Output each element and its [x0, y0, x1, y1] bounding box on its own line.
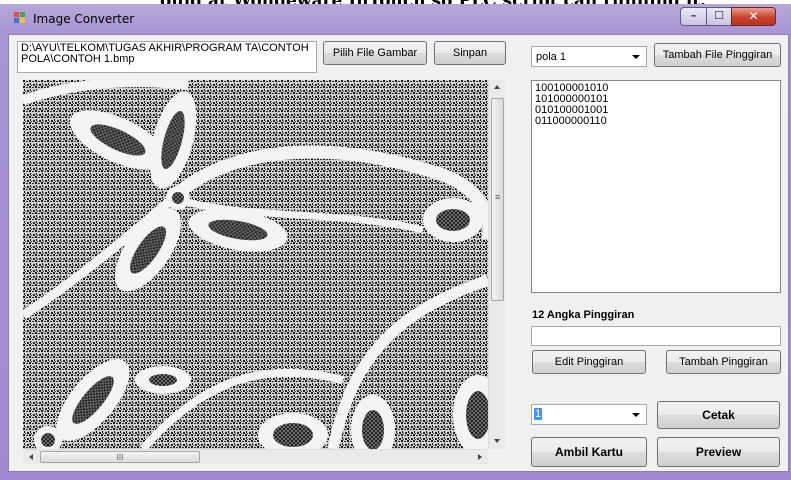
border-code-listbox[interactable]: 100100001010 101000000101 010100001001 0… — [531, 80, 781, 293]
maximize-button[interactable]: ☐ — [706, 7, 732, 26]
pick-image-file-button[interactable]: Pilih File Gambar — [323, 41, 427, 65]
scroll-right-icon[interactable] — [478, 454, 482, 460]
add-border-file-button[interactable]: Tambah File Pinggiran — [654, 43, 781, 67]
border-digits-input[interactable] — [531, 326, 781, 346]
preview-button[interactable]: Preview — [657, 437, 780, 467]
horizontal-scrollbar[interactable]: III — [23, 449, 488, 464]
image-preview-panel[interactable]: ≡ III — [23, 80, 505, 464]
scroll-left-icon[interactable] — [29, 454, 33, 460]
title-bar[interactable]: Image Converter – ☐ ✕ — [0, 4, 791, 34]
floral-pattern-image — [23, 80, 488, 449]
image-converter-window: Image Converter – ☐ ✕ D:\AYU\TELKOM\TUGA… — [0, 4, 791, 480]
take-card-button[interactable]: Ambil Kartu — [531, 437, 647, 467]
scroll-grip-icon: III — [116, 453, 124, 462]
close-button[interactable]: ✕ — [731, 7, 776, 26]
scroll-grip-icon: ≡ — [494, 192, 501, 202]
scrollbar-corner — [488, 449, 505, 464]
pattern-combobox-value: pola 1 — [536, 51, 566, 63]
pattern-combobox[interactable]: pola 1 — [531, 46, 647, 67]
vertical-scrollbar[interactable]: ≡ — [488, 80, 505, 449]
edit-border-button[interactable]: Edit Pinggiran — [532, 350, 646, 374]
save-button[interactable]: Sinpan — [434, 41, 506, 65]
chevron-down-icon[interactable] — [632, 54, 640, 59]
window-title: Image Converter — [33, 12, 135, 26]
scroll-down-icon[interactable] — [494, 439, 500, 443]
chevron-down-icon[interactable] — [632, 412, 640, 417]
minimize-button[interactable]: – — [680, 7, 707, 26]
vertical-scroll-thumb[interactable]: ≡ — [491, 98, 504, 301]
scroll-up-icon[interactable] — [494, 85, 500, 89]
app-window-icon — [14, 12, 26, 24]
count-combobox[interactable]: 1 — [531, 404, 647, 425]
count-combobox-value: 1 — [534, 408, 543, 420]
border-digits-label: 12 Angka Pinggiran — [532, 309, 635, 321]
add-border-button[interactable]: Tambah Pinggiran — [666, 350, 781, 374]
form-client-area: D:\AYU\TELKOM\TUGAS AKHIR\PROGRAM TA\CON… — [8, 34, 789, 472]
maximize-icon: ☐ — [714, 9, 724, 22]
print-button[interactable]: Cetak — [657, 401, 780, 429]
list-item[interactable]: 011000000110 — [535, 116, 777, 127]
file-path-textbox[interactable]: D:\AYU\TELKOM\TUGAS AKHIR\PROGRAM TA\CON… — [17, 41, 317, 73]
horizontal-scroll-thumb[interactable]: III — [40, 451, 200, 463]
minimize-icon: – — [690, 9, 697, 22]
pattern-image — [23, 80, 488, 449]
close-icon: ✕ — [748, 9, 759, 23]
